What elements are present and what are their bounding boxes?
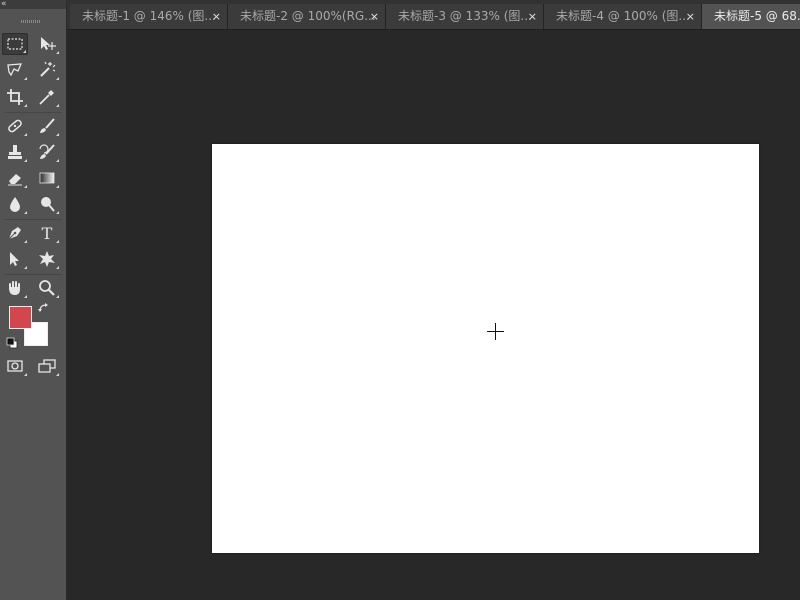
tool-path-selection[interactable] — [2, 248, 28, 270]
tool-crop[interactable] — [2, 86, 28, 108]
toolbar-separator — [4, 274, 62, 275]
pen-icon — [8, 227, 21, 240]
tool-zoom[interactable] — [34, 277, 60, 299]
double-chevron-left-icon: « — [1, 0, 7, 9]
tab-label: 未标题-5 @ 68.3 — [714, 9, 800, 23]
history-brush-icon — [39, 144, 55, 159]
brush-icon — [40, 118, 55, 133]
close-icon[interactable]: × — [212, 4, 221, 29]
lasso-icon — [7, 63, 23, 77]
tool-eyedropper[interactable] — [34, 86, 60, 108]
tool-move[interactable] — [34, 33, 60, 55]
tab-label: 未标题-2 @ 100%(RG... — [240, 9, 376, 23]
screen-mode-icon — [38, 359, 56, 373]
tab-label: 未标题-4 @ 100% (图... — [556, 9, 690, 23]
collapse-panel-button[interactable]: « — [0, 0, 66, 9]
tool-screen-mode[interactable] — [34, 355, 60, 377]
tool-pen[interactable] — [2, 222, 28, 244]
document-tab-bar: 未标题-1 @ 146% (图... × 未标题-2 @ 100%(RG... … — [67, 0, 800, 30]
toolbar-separator — [4, 219, 62, 220]
tab-label: 未标题-3 @ 133% (图... — [398, 9, 532, 23]
tool-blur[interactable] — [2, 193, 28, 215]
document-tab-5-active[interactable]: 未标题-5 @ 68.3 — [702, 4, 800, 29]
tool-custom-shape[interactable] — [34, 248, 60, 270]
tool-type[interactable]: T — [34, 222, 60, 244]
tools-panel: « T — [0, 0, 67, 600]
toolbar-separator — [4, 112, 62, 113]
tool-clone-stamp[interactable] — [2, 141, 28, 163]
zoom-icon — [39, 280, 55, 296]
tab-label: 未标题-1 @ 146% (图... — [82, 9, 216, 23]
eyedropper-icon — [39, 90, 54, 105]
tool-quick-mask[interactable] — [2, 355, 28, 377]
move-icon — [41, 37, 56, 50]
document-tab-2[interactable]: 未标题-2 @ 100%(RG... × — [228, 4, 386, 29]
foreground-color-swatch[interactable] — [9, 306, 32, 329]
quick-mask-icon — [7, 360, 23, 372]
crop-icon — [7, 89, 23, 105]
document-tab-1[interactable]: 未标题-1 @ 146% (图... × — [70, 4, 228, 29]
panel-grip[interactable] — [21, 20, 41, 23]
bandage-icon — [8, 119, 22, 133]
swap-colors-icon[interactable] — [38, 302, 50, 314]
tool-dodge[interactable] — [34, 193, 60, 215]
default-colors-icon[interactable] — [6, 337, 18, 349]
marquee-icon — [7, 38, 23, 50]
document-canvas[interactable] — [212, 144, 759, 553]
dodge-icon — [41, 197, 55, 212]
tool-hand[interactable] — [2, 277, 28, 299]
close-icon[interactable]: × — [370, 4, 379, 29]
tool-magic-wand[interactable] — [34, 59, 60, 81]
close-icon[interactable]: × — [528, 4, 537, 29]
crosshair-cursor-icon — [487, 323, 504, 340]
document-tab-3[interactable]: 未标题-3 @ 133% (图... × — [386, 4, 544, 29]
magic-wand-icon — [40, 61, 56, 77]
type-icon: T — [41, 223, 53, 243]
close-icon[interactable]: × — [686, 4, 695, 29]
tool-gradient[interactable] — [34, 167, 60, 189]
tool-history-brush[interactable] — [34, 141, 60, 163]
tool-polygonal-lasso[interactable] — [2, 59, 28, 81]
tool-rectangular-marquee[interactable] — [2, 33, 28, 55]
tool-brush[interactable] — [34, 115, 60, 137]
tool-spot-healing[interactable] — [2, 115, 28, 137]
document-tab-4[interactable]: 未标题-4 @ 100% (图... × — [544, 4, 702, 29]
eraser-icon — [8, 174, 22, 186]
path-select-icon — [10, 252, 19, 266]
gradient-icon — [39, 172, 55, 184]
blur-drop-icon — [10, 197, 20, 212]
hand-icon — [9, 281, 20, 295]
tool-eraser[interactable] — [2, 167, 28, 189]
shape-icon — [39, 251, 55, 267]
stamp-icon — [8, 145, 22, 159]
